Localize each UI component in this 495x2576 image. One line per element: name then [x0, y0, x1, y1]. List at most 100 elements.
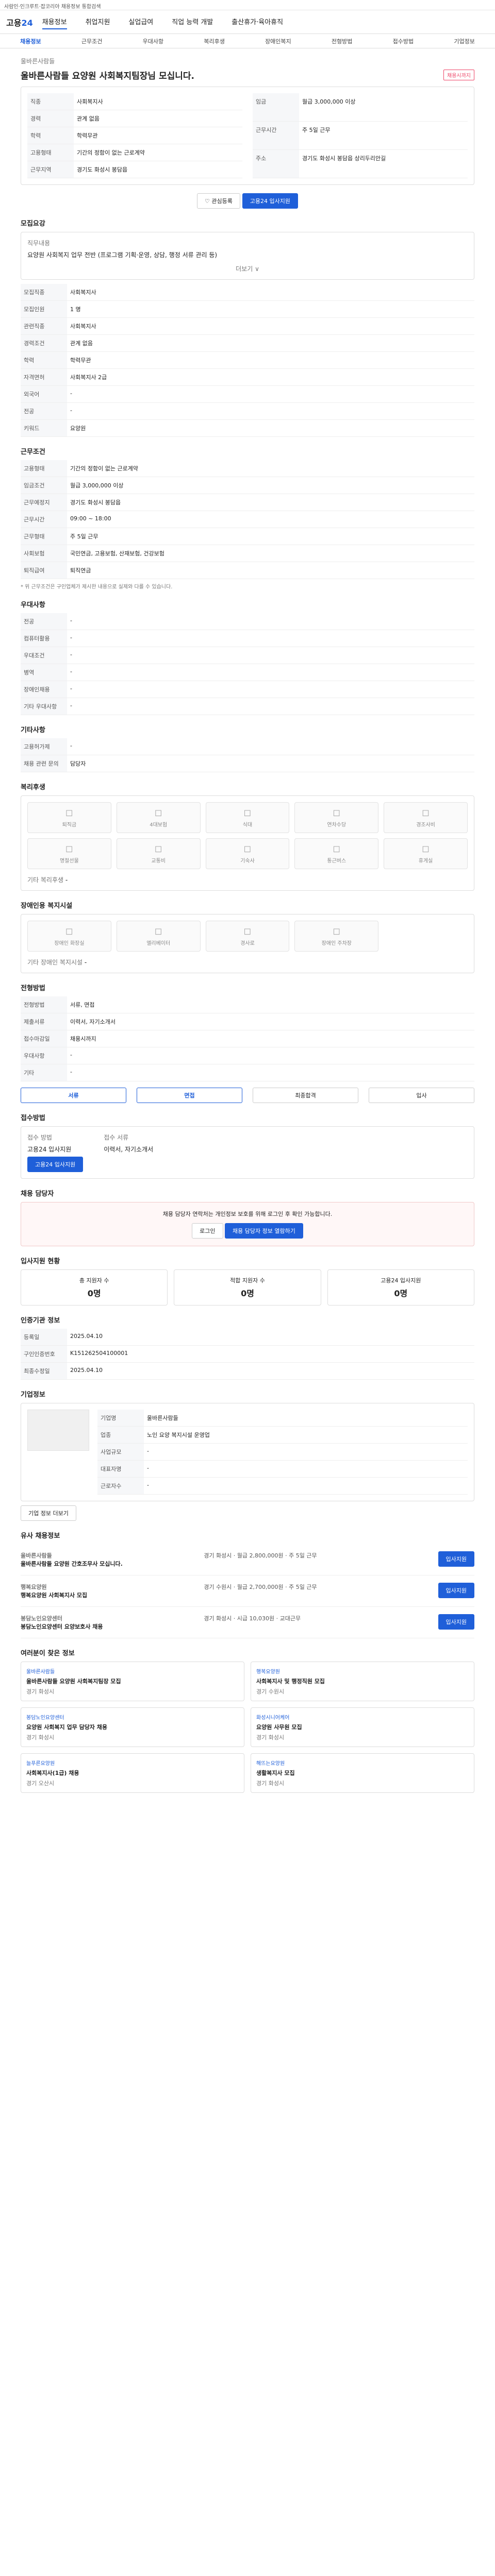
related-item[interactable]: 화성시니어케어 요양원 사무원 모집 경기 화성시 — [251, 1707, 474, 1747]
info-row: 업종 노인 요양 복지시설 운영업 — [97, 1426, 468, 1444]
welfare-item: ◻ 4대보험 — [116, 802, 201, 833]
info-value: 경기도 화성시 봉담읍 — [74, 161, 242, 178]
benefit-icon: ◻ — [154, 807, 162, 818]
related-title: 생활복지사 모집 — [256, 1770, 295, 1776]
info-value: - — [67, 402, 474, 420]
subnav-item[interactable]: 접수방법 — [393, 37, 414, 45]
related-item[interactable]: 행복요양원 사회복지사 및 행정직원 모집 경기 수원시 — [251, 1662, 474, 1701]
subnav-item[interactable]: 복리후생 — [204, 37, 224, 45]
info-row: 경력조건 관계 없음 — [21, 334, 474, 352]
benefit-icon: ◻ — [422, 807, 430, 818]
info-key: 학력 — [27, 127, 74, 144]
nav-item[interactable]: 직업 능력 개발 — [172, 14, 213, 29]
info-value: - — [67, 1064, 474, 1081]
apply-method-button[interactable]: 고용24 입사지원 — [27, 1157, 84, 1172]
apply-button[interactable]: 고용24 입사지원 — [242, 193, 298, 209]
welfare-title: 복리후생 — [21, 784, 45, 791]
stat-label: 고용24 입사지원 — [381, 1277, 421, 1284]
company-more-button[interactable]: 기업 정보 더보기 — [21, 1505, 76, 1521]
info-key: 최종수정일 — [21, 1362, 67, 1380]
info-value: 2025.04.10 — [67, 1329, 474, 1346]
facility-item: ◻ 장애인 화장실 — [27, 921, 111, 952]
nav-item[interactable]: 실업급여 — [128, 14, 153, 29]
info-row: 외국어 - — [21, 385, 474, 403]
info-value: 2025.04.10 — [67, 1362, 474, 1380]
info-row: 우대조건 - — [21, 647, 474, 664]
job-item-apply-button[interactable]: 입사지원 — [438, 1551, 474, 1567]
contact-view-button[interactable]: 채용 담당자 정보 열람하기 — [225, 1223, 303, 1239]
benefit-label: 퇴직금 — [62, 822, 77, 828]
logo[interactable]: 고용24 — [6, 16, 33, 28]
info-row: 직종 사회복지사 — [27, 93, 242, 110]
info-row: 전공 - — [21, 402, 474, 420]
related-meta: 경기 화성시 — [26, 1734, 55, 1741]
info-key: 고용허가제 — [21, 738, 67, 755]
related-item[interactable]: 봉담노인요양센터 요양원 사회복지 업무 담당자 채용 경기 화성시 — [21, 1707, 244, 1747]
related-item[interactable]: 울바른사람들 울바른사람들 요양원 사회복지팀장 모집 경기 화성시 — [21, 1662, 244, 1701]
etc-title: 기타사항 — [21, 726, 45, 734]
stat-value: 0명 — [241, 1289, 254, 1298]
info-value: 채용시까지 — [67, 1030, 474, 1047]
info-key: 모집직종 — [21, 284, 67, 301]
info-key: 제출서류 — [21, 1013, 67, 1030]
related-item[interactable]: 늘푸른요양원 사회복지사(1급) 채용 경기 오산시 — [21, 1753, 244, 1793]
subnav-item[interactable]: 장애인복지 — [265, 37, 291, 45]
list-item[interactable]: 행복요양원 행복요양원 사회복지사 모집 경기 수원시 · 월급 2,700,000… — [21, 1575, 474, 1607]
info-row: 퇴직급여 퇴직연금 — [21, 562, 474, 579]
related-company: 행복요양원 — [256, 1669, 280, 1675]
info-key: 임금조건 — [21, 477, 67, 494]
info-row: 전공 - — [21, 613, 474, 630]
info-key: 등록일 — [21, 1329, 67, 1346]
info-value: - — [67, 1047, 474, 1064]
company-logo — [27, 1410, 89, 1451]
list-item[interactable]: 봉담노인요양센터 봉담노인요양센터 요양보호사 채용 경기 화성시 · 시급 10,… — [21, 1607, 474, 1638]
subnav-item[interactable]: 전형방법 — [332, 37, 352, 45]
job-item-title[interactable]: 봉담노인요양센터 봉담노인요양센터 요양보호사 채용 — [21, 1614, 195, 1631]
nav-item[interactable]: 취업지원 — [86, 14, 110, 29]
info-row: 최종수정일 2025.04.10 — [21, 1362, 474, 1380]
nav-item[interactable]: 출산휴가·육아휴직 — [232, 14, 283, 29]
duty-text: 요양원 사회복지 업무 전반 (프로그램 기획·운영, 상담, 행정 서류 관리… — [27, 251, 218, 259]
job-item-apply-button[interactable]: 입사지원 — [438, 1614, 474, 1630]
info-key: 장애인채용 — [21, 681, 67, 698]
process-table: 전형방법 서류, 면접 제출서류 이력서, 자기소개서 접수마감일 채용시까지 우대사항 - 기… — [21, 996, 474, 1081]
job-item-apply-button[interactable]: 입사지원 — [438, 1583, 474, 1598]
info-key: 경력 — [27, 110, 74, 127]
nav-item[interactable]: 채용정보 — [42, 14, 67, 29]
info-row: 등록일 2025.04.10 — [21, 1329, 474, 1346]
info-key: 우대사항 — [21, 1047, 67, 1064]
list-item[interactable]: 울바른사람들 울바른사람들 요양원 간호조무사 모십니다. 경기 화성시 · 월급 … — [21, 1544, 474, 1575]
info-key: 경력조건 — [21, 334, 67, 352]
job-head: 울바른사람들 — [21, 48, 474, 69]
benefit-icon: ◻ — [422, 843, 430, 854]
info-key: 주소 — [253, 149, 299, 179]
subnav-item[interactable]: 근무조건 — [81, 37, 102, 45]
interest-button[interactable]: ♡ 관심등록 — [197, 193, 240, 209]
job-item-company: 봉담노인요양센터 — [21, 1615, 62, 1622]
info-value: 경기도 화성시 봉담읍 상리두리안길 — [299, 149, 468, 179]
info-value: 관계 없음 — [67, 334, 474, 352]
info-value: 울바른사람들 — [144, 1410, 468, 1427]
subnav-item[interactable]: 채용정보 — [20, 37, 41, 45]
job-item-company: 행복요양원 — [21, 1584, 47, 1590]
info-key: 우대조건 — [21, 647, 67, 664]
job-item-title[interactable]: 행복요양원 행복요양원 사회복지사 모집 — [21, 1583, 195, 1599]
subnav-item[interactable]: 우대사항 — [143, 37, 163, 45]
subnav-item[interactable]: 기업정보 — [454, 37, 474, 45]
facility-item: ◻ 경사로 — [205, 921, 290, 952]
summary-actions: ♡ 관심등록 고용24 입사지원 — [21, 193, 474, 209]
job-item-company: 울바른사람들 — [21, 1552, 52, 1559]
status-stat: 고용24 입사지원 0명 — [327, 1269, 474, 1306]
info-value: 사회복지사 — [74, 93, 242, 110]
info-key: 기타 우대사항 — [21, 698, 67, 715]
info-row: 전형방법 서류, 면접 — [21, 996, 474, 1013]
job-item-title[interactable]: 울바른사람들 울바른사람들 요양원 간호조무사 모십니다. — [21, 1551, 195, 1568]
info-value: 사회복지사 — [67, 317, 474, 335]
info-key: 기업명 — [97, 1410, 144, 1427]
info-value: 요양원 — [67, 419, 474, 437]
login-button[interactable]: 로그인 — [192, 1223, 223, 1239]
related-item[interactable]: 해뜨는요양원 생활복지사 모집 경기 화성시 — [251, 1753, 474, 1793]
company-name[interactable]: 울바른사람들 — [21, 57, 55, 65]
info-value: 주 5일 근무 — [299, 121, 468, 150]
more-button[interactable]: 더보기 ∨ — [27, 264, 468, 273]
